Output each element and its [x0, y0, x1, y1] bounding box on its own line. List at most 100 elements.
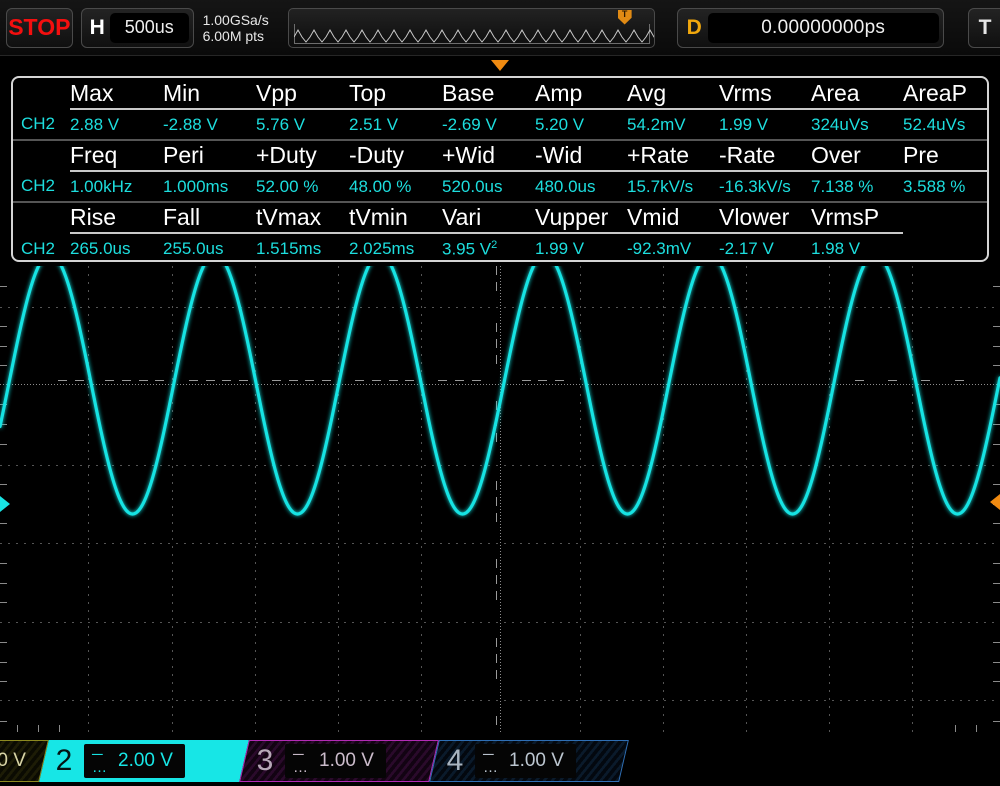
measurement-value: 1.99 V	[535, 233, 627, 262]
measurement-header: Freq	[70, 140, 163, 171]
measurement-value	[903, 233, 989, 262]
measurement-header: Top	[349, 78, 442, 109]
measurement-value: -2.88 V	[163, 109, 256, 140]
measurement-header: Min	[163, 78, 256, 109]
channel-2-waveform-trace	[0, 266, 1000, 732]
timebase-value[interactable]: 500us	[110, 13, 189, 43]
measurement-header: VrmsP	[811, 202, 903, 233]
measurement-header: +Wid	[442, 140, 535, 171]
measurement-value-row: CH2 1.00kHz 1.000ms 52.00 % 48.00 % 520.…	[13, 171, 989, 202]
trigger-menu-label: T	[979, 16, 992, 40]
oscilloscope-screen: STOP H 500us 1.00GSa/s 6.00M pts T D 0.0…	[0, 0, 1000, 786]
delay-control[interactable]: D 0.00000000ps	[677, 8, 944, 48]
measurement-value: 2.51 V	[349, 109, 442, 140]
measurement-value: 480.0us	[535, 171, 627, 202]
measurement-value: 1.98 V	[811, 233, 903, 262]
measurement-header: Amp	[535, 78, 627, 109]
channel-4-volts-div: 1.00 V	[509, 750, 564, 772]
measurement-value: -16.3kV/s	[719, 171, 811, 202]
measurement-value-row: CH2 2.88 V -2.88 V 5.76 V 2.51 V -2.69 V…	[13, 109, 989, 140]
measurement-header: +Duty	[256, 140, 349, 171]
channel-bar: 1.00 V 2 ─… 2.00 V 3 ─… 1.00 V	[0, 736, 1000, 786]
measurement-header: Fall	[163, 202, 256, 233]
measurement-header: +Rate	[627, 140, 719, 171]
sample-rate-info: 1.00GSa/s 6.00M pts	[203, 12, 285, 44]
trigger-level-marker-icon[interactable]	[990, 494, 1000, 510]
measurement-header: Max	[70, 78, 163, 109]
measurement-value: 48.00 %	[349, 171, 442, 202]
memory-waveform-trace	[294, 24, 654, 44]
trigger-position-marker-icon[interactable]	[491, 60, 509, 71]
measurement-value: 52.4uVs	[903, 109, 989, 140]
measurement-header: Base	[442, 78, 535, 109]
measurement-header-row: Max Min Vpp Top Base Amp Avg Vrms Area A…	[13, 78, 989, 109]
measurement-value: 2.88 V	[70, 109, 163, 140]
measurement-value: 520.0us	[442, 171, 535, 202]
measurement-value: 1.00kHz	[70, 171, 163, 202]
measurement-value-row: CH2 265.0us 255.0us 1.515ms 2.025ms 3.95…	[13, 233, 989, 262]
channel-label: CH2	[13, 171, 70, 202]
measurement-value: -2.17 V	[719, 233, 811, 262]
top-status-bar: STOP H 500us 1.00GSa/s 6.00M pts T D 0.0…	[0, 0, 1000, 56]
channel-2-button[interactable]: 2 ─… 2.00 V	[39, 740, 249, 782]
trigger-flag-label: T	[622, 10, 628, 19]
measurement-value: -92.3mV	[627, 233, 719, 262]
measurement-header: Rise	[70, 202, 163, 233]
measurement-header: Vlower	[719, 202, 811, 233]
measurement-value: 5.20 V	[535, 109, 627, 140]
run-stop-button[interactable]: STOP	[6, 8, 73, 48]
measurement-value: 265.0us	[70, 233, 163, 262]
channel-3-volts-div: 1.00 V	[319, 750, 374, 772]
channel-3-button[interactable]: 3 ─… 1.00 V	[239, 740, 439, 782]
measurement-value: 1.515ms	[256, 233, 349, 262]
measurement-table: Max Min Vpp Top Base Amp Avg Vrms Area A…	[13, 78, 989, 262]
trigger-menu-clip: T	[968, 8, 1000, 48]
channel-3-number: 3	[245, 744, 285, 778]
measurement-header: -Rate	[719, 140, 811, 171]
measurement-value: 5.76 V	[256, 109, 349, 140]
memory-trigger-flag-icon: T	[618, 10, 632, 25]
channel-4-button[interactable]: 4 ─… 1.00 V	[429, 740, 629, 782]
horizontal-label: H	[90, 16, 105, 40]
measurement-value: 3.95 V2	[442, 233, 535, 262]
memory-overview-thumbnail[interactable]: T	[288, 8, 654, 48]
measurement-value: 15.7kV/s	[627, 171, 719, 202]
measurement-value: 54.2mV	[627, 109, 719, 140]
spacer-cell	[13, 78, 70, 109]
measurement-header: Vmid	[627, 202, 719, 233]
measurement-header-row: Freq Peri +Duty -Duty +Wid -Wid +Rate -R…	[13, 140, 989, 171]
measurement-value: 2.025ms	[349, 233, 442, 262]
spacer-cell	[13, 140, 70, 171]
measurement-header: tVmax	[256, 202, 349, 233]
measurement-header: -Duty	[349, 140, 442, 171]
channel-2-volts-div: 2.00 V	[118, 750, 173, 772]
channel-2-number: 2	[44, 744, 84, 778]
memory-depth-value: 6.00M pts	[203, 28, 285, 44]
trigger-menu-button[interactable]: T	[968, 8, 1000, 48]
dc-coupling-icon: ─…	[293, 748, 309, 774]
horizontal-timebase-control[interactable]: H 500us	[81, 8, 194, 48]
run-stop-label: STOP	[8, 14, 70, 41]
measurement-header: Over	[811, 140, 903, 171]
measurement-header: Vpp	[256, 78, 349, 109]
channel-1-volts-div: 1.00 V	[0, 750, 26, 772]
measurement-header: Avg	[627, 78, 719, 109]
channel-2-ground-marker-icon[interactable]	[0, 496, 10, 512]
measurement-header	[903, 202, 989, 233]
measurement-value: 7.138 %	[811, 171, 903, 202]
measurement-header: Vrms	[719, 78, 811, 109]
measurement-header: tVmin	[349, 202, 442, 233]
measurement-table-panel[interactable]: Max Min Vpp Top Base Amp Avg Vrms Area A…	[11, 76, 989, 262]
measurement-header: -Wid	[535, 140, 627, 171]
measurement-header: Pre	[903, 140, 989, 171]
measurement-value: 1.99 V	[719, 109, 811, 140]
channel-label: CH2	[13, 109, 70, 140]
channel-4-number: 4	[435, 744, 475, 778]
delay-label: D	[687, 16, 702, 40]
delay-value[interactable]: 0.00000000ps	[708, 13, 939, 43]
spacer-cell	[13, 202, 70, 233]
waveform-display-area[interactable]	[0, 266, 1000, 732]
channel-label: CH2	[13, 233, 70, 262]
measurement-header: Vari	[442, 202, 535, 233]
measurement-value: 255.0us	[163, 233, 256, 262]
